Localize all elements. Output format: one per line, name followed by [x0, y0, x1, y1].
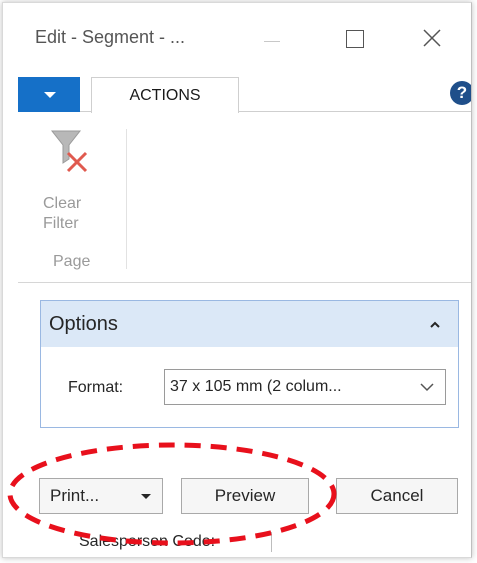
caret-down-icon — [141, 494, 151, 499]
ribbon-group-label-page: Page — [53, 253, 91, 270]
maximize-button[interactable] — [335, 25, 375, 55]
close-button[interactable] — [413, 25, 453, 55]
format-value: 37 x 105 mm (2 colum... — [170, 378, 342, 395]
minimize-button[interactable] — [253, 25, 293, 55]
edit-segment-window: Edit - Segment - ... ACTIONS ? Clear Fil… — [2, 2, 472, 558]
ribbon-body: Clear Filter Page — [18, 112, 471, 283]
print-button-label: Print... — [50, 486, 100, 505]
tab-actions[interactable]: ACTIONS — [91, 77, 239, 113]
clear-filter-label: Clear Filter — [43, 194, 105, 234]
clear-filter-icon — [50, 130, 88, 173]
print-button[interactable]: Print... — [39, 478, 163, 514]
ribbon-menu-dropdown-button[interactable] — [18, 77, 80, 112]
close-icon — [423, 29, 441, 47]
window-title: Edit - Segment - ... — [35, 27, 186, 47]
chevron-down-icon — [420, 383, 434, 392]
partial-field-label: Salesperson Code: — [79, 533, 216, 550]
clear-filter-label-line1: Clear — [43, 195, 82, 212]
options-title: Options — [49, 313, 118, 335]
format-select[interactable]: 37 x 105 mm (2 colum... — [164, 369, 446, 405]
ribbon-group-separator — [126, 129, 127, 269]
partial-field-separator — [271, 532, 272, 552]
chevron-up-icon[interactable] — [425, 315, 445, 335]
clear-filter-label-line2: Filter — [43, 215, 79, 232]
options-header[interactable]: Options — [41, 301, 458, 347]
format-label: Format: — [68, 379, 124, 396]
title-bar[interactable]: Edit - Segment - ... — [3, 3, 471, 73]
preview-button[interactable]: Preview — [181, 478, 309, 514]
ribbon-tab-strip: ACTIONS ? — [18, 77, 471, 113]
options-fasttab: Options Format: 37 x 105 mm (2 colum... — [40, 300, 459, 428]
help-icon[interactable]: ? — [450, 81, 471, 105]
cancel-button[interactable]: Cancel — [336, 478, 458, 514]
